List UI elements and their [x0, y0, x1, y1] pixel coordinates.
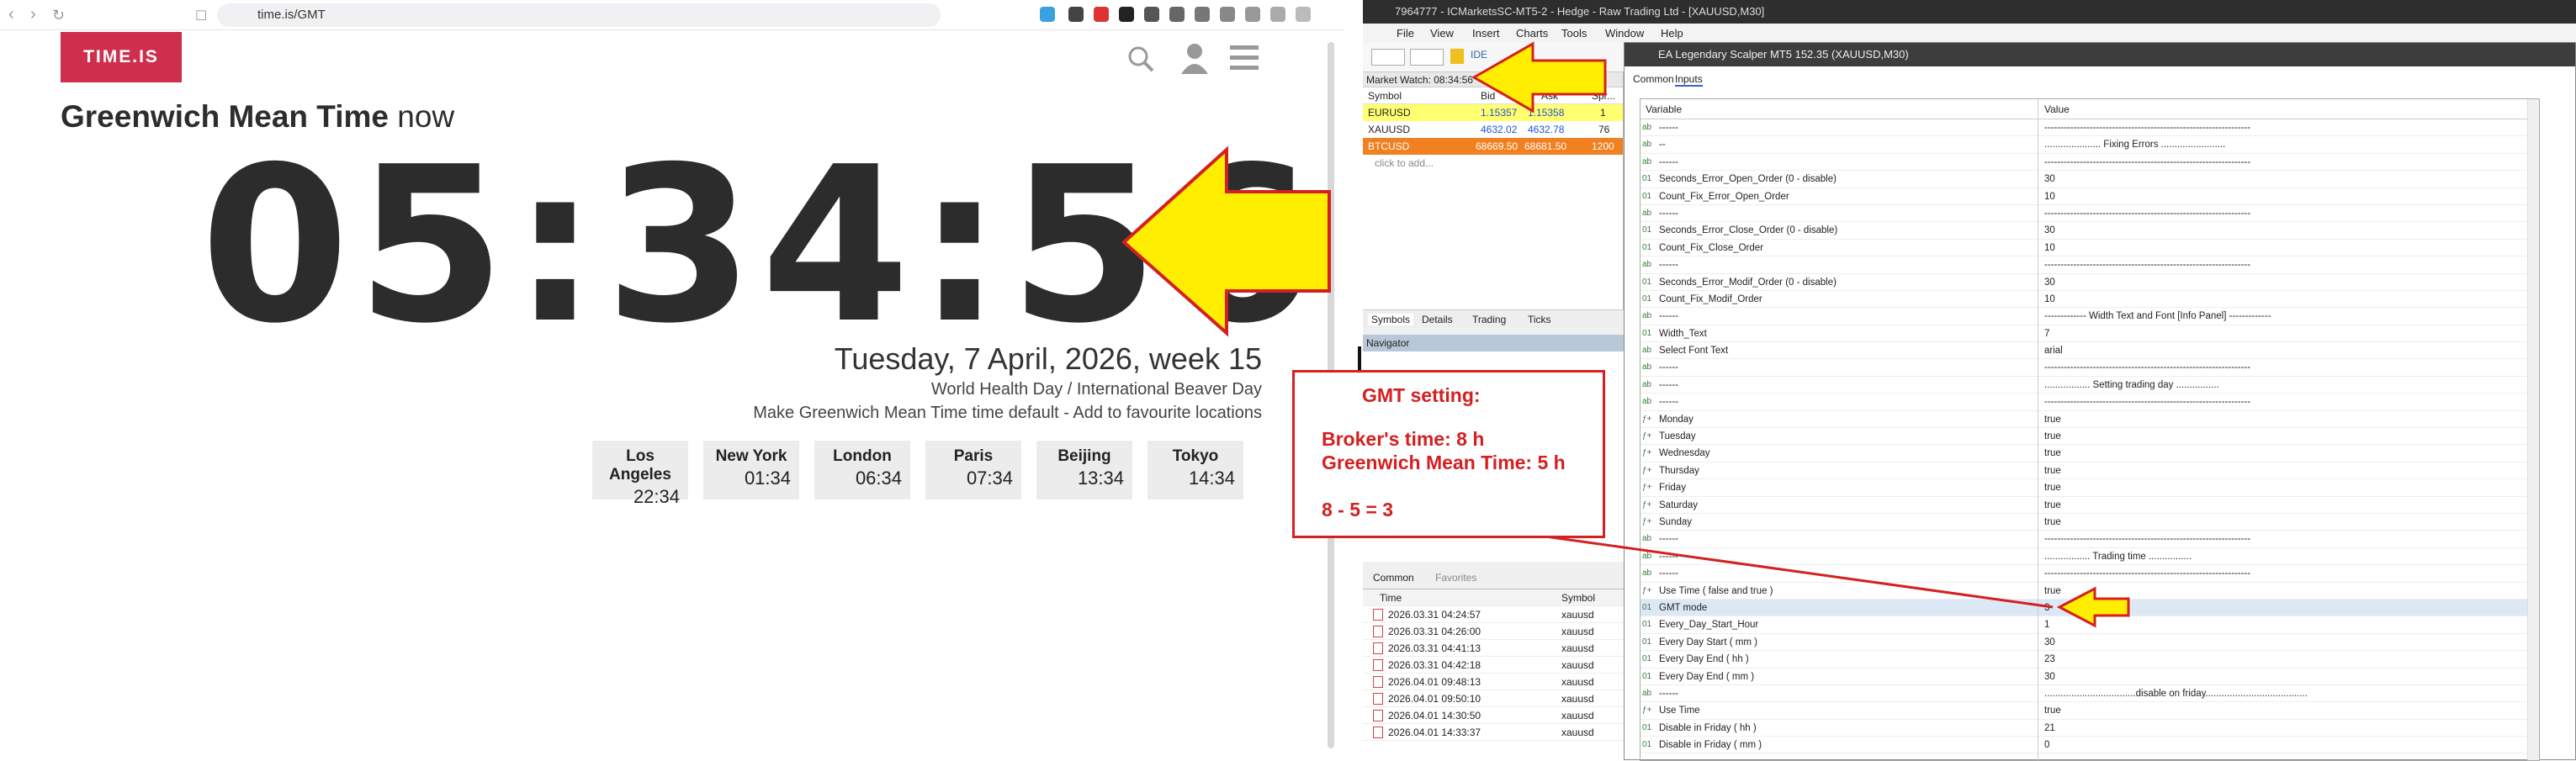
note-line-calc: 8 - 5 = 3: [1322, 499, 1394, 521]
gmt-setting-note: GMT setting: Broker's time: 8 h Greenwic…: [1292, 370, 1605, 538]
note-heading: GMT setting:: [1362, 384, 1481, 406]
annotation-layer: [1121, 41, 2130, 628]
yellow-arrow-clock: [1121, 145, 1331, 337]
yellow-arrow-gmt-mode: [2056, 586, 2130, 628]
note-line-broker: Broker's time: 8 h: [1322, 428, 1485, 450]
note-line-gmt: Greenwich Mean Time: 5 h: [1322, 452, 1566, 473]
yellow-arrow-market-watch: [1471, 41, 1607, 114]
